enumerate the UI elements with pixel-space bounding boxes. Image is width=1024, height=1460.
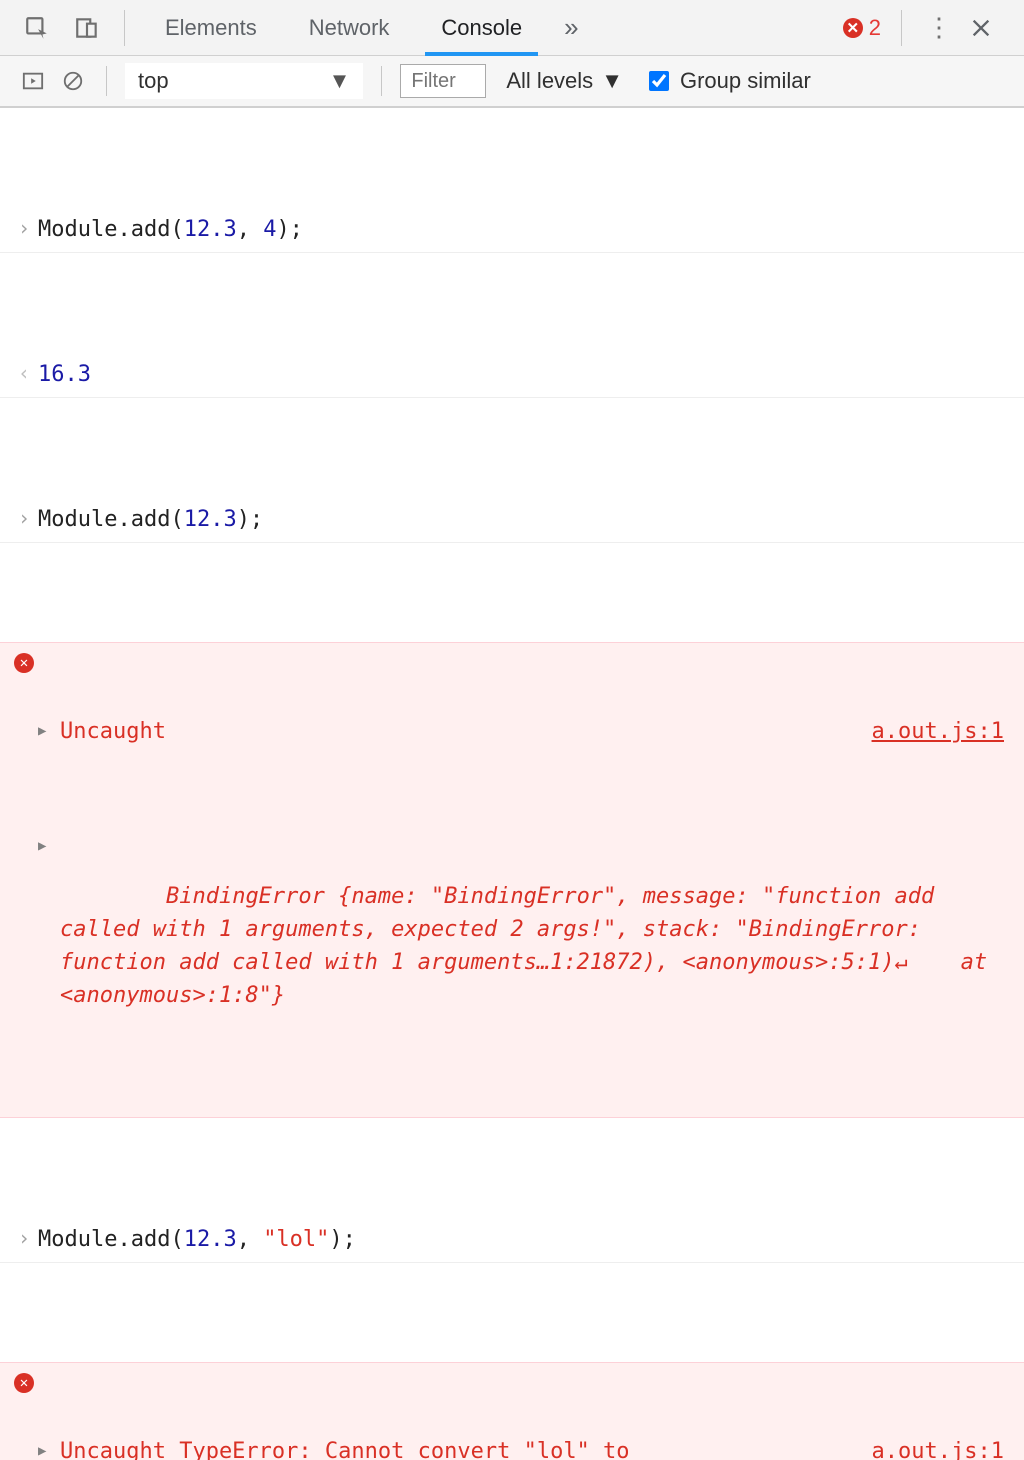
group-similar-checkbox[interactable]	[649, 71, 669, 91]
console-toolbar: top ▼ All levels ▼ Group similar	[0, 56, 1024, 108]
error-source-link[interactable]: a.out.js:1	[872, 715, 1004, 748]
kebab-menu-icon[interactable]: ⋮	[922, 11, 956, 45]
input-marker-icon: ›	[10, 1223, 38, 1256]
expand-icon[interactable]: ▶	[38, 836, 46, 857]
context-selector[interactable]: top ▼	[125, 63, 363, 99]
tab-elements[interactable]: Elements	[139, 0, 283, 55]
input-marker-icon: ›	[10, 503, 38, 536]
device-toolbar-icon[interactable]	[70, 11, 104, 45]
devtools-tab-bar: Elements Network Console » ✕ 2 ⋮	[0, 0, 1024, 56]
console-input-row[interactable]: › Module.add(12.3);	[0, 497, 1024, 543]
error-detail: ▶ BindingError {name: "BindingError", me…	[60, 814, 1004, 1045]
filter-input[interactable]	[400, 64, 486, 98]
console-error-row[interactable]: ✕ ▶ a.out.js:1 Uncaught ▶ BindingError {n…	[0, 642, 1024, 1118]
divider	[124, 10, 125, 46]
context-selector-label: top	[138, 68, 169, 94]
close-icon[interactable]	[964, 11, 998, 45]
console-input-row[interactable]: › Module.add(12.3, "lol");	[0, 1217, 1024, 1263]
console-entry: Module.add(12.3);	[38, 503, 1010, 536]
input-marker-icon: ›	[10, 213, 38, 246]
error-count-value: 2	[869, 15, 881, 41]
error-head: Uncaught TypeError: Cannot convert "lol"…	[60, 1439, 656, 1460]
clear-console-icon[interactable]	[58, 66, 88, 96]
console-entry: Module.add(12.3, 4);	[38, 213, 1010, 246]
tab-console[interactable]: Console	[415, 0, 548, 55]
output-marker-icon: ‹	[10, 358, 38, 391]
chevron-down-icon: ▼	[601, 68, 623, 94]
error-count-badge[interactable]: ✕ 2	[843, 15, 881, 41]
divider	[901, 10, 902, 46]
log-levels-label: All levels	[506, 68, 593, 94]
chevron-down-icon: ▼	[329, 68, 351, 94]
console-result: 16.3	[38, 358, 1010, 391]
console-output: › Module.add(12.3, 4); ‹ 16.3 › Module.a…	[0, 108, 1024, 1460]
error-head: Uncaught	[60, 719, 166, 744]
group-similar-label: Group similar	[680, 68, 811, 94]
error-icon: ✕	[10, 649, 38, 1111]
tab-network[interactable]: Network	[283, 0, 416, 55]
show-console-icon[interactable]	[18, 66, 48, 96]
console-output-row: ‹ 16.3	[0, 352, 1024, 398]
error-source-link[interactable]: a.out.js:1	[872, 1435, 1004, 1460]
error-icon: ✕	[843, 18, 863, 38]
console-input-row[interactable]: › Module.add(12.3, 4);	[0, 207, 1024, 253]
console-entry: Module.add(12.3, "lol");	[38, 1223, 1010, 1256]
expand-icon[interactable]: ▶	[38, 1441, 54, 1460]
console-error-row[interactable]: ✕ ▶ a.out.js:1 Uncaught TypeError: Cannot…	[0, 1362, 1024, 1460]
tab-more[interactable]: »	[548, 0, 594, 55]
log-levels-selector[interactable]: All levels ▼	[506, 68, 623, 94]
divider	[381, 66, 382, 96]
group-similar-toggle[interactable]: Group similar	[645, 68, 811, 94]
expand-icon[interactable]: ▶	[38, 721, 54, 742]
error-icon: ✕	[10, 1369, 38, 1460]
inspect-element-icon[interactable]	[20, 11, 54, 45]
divider	[106, 66, 107, 96]
